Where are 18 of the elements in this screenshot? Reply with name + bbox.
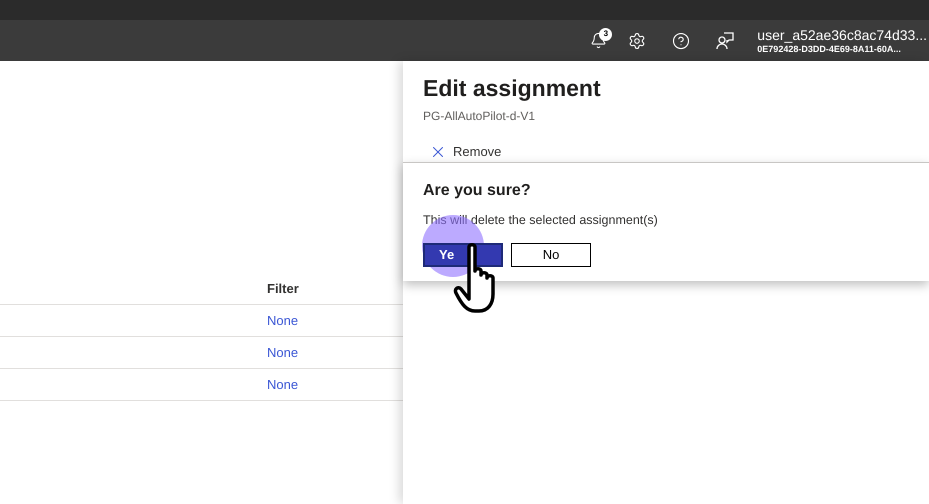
filter-link[interactable]: None	[267, 374, 298, 394]
bell-icon	[590, 32, 607, 49]
notification-count: 3	[599, 28, 612, 40]
filter-link[interactable]: None	[267, 342, 298, 362]
person-feedback-icon	[716, 32, 734, 50]
notifications-button[interactable]: 3	[581, 26, 616, 56]
column-header: Filter	[267, 280, 299, 298]
panel-title: Edit assignment	[423, 74, 602, 103]
dialog-title: Are you sure?	[423, 181, 532, 201]
help-icon	[672, 32, 690, 50]
filter-link[interactable]: None	[267, 310, 298, 330]
remove-button[interactable]: Remove	[423, 136, 508, 166]
user-name[interactable]: user_a52ae36c8ac74d33...	[757, 28, 927, 42]
dialog-message: This will delete the selected assignment(s)	[423, 212, 659, 229]
tenant-id: 0E792428-D3DD-4E69-8A11-60A...	[757, 44, 902, 54]
no-button[interactable]: No	[511, 242, 591, 267]
settings-icon	[628, 32, 646, 50]
panel-subtitle: PG-AllAutoPilot-d-V1	[423, 108, 536, 124]
